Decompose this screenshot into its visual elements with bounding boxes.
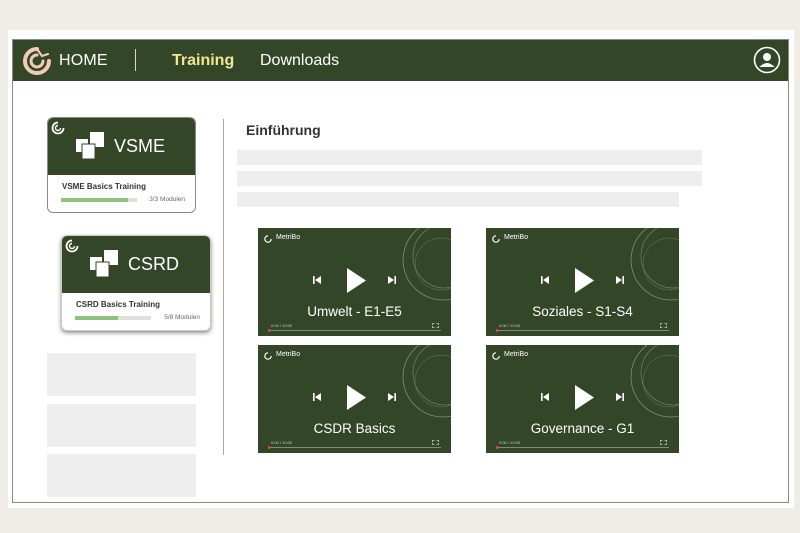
sidebar-placeholder	[47, 353, 196, 396]
app-window: HOME Training Downloads VSME VSME Basics…	[12, 39, 789, 503]
column-divider	[223, 119, 224, 455]
text-placeholder-line	[237, 192, 679, 207]
skip-previous-icon[interactable]	[540, 392, 550, 402]
course-progress-text: 3/3 Modulen	[149, 196, 185, 203]
video-brand: MetriBo	[276, 234, 301, 241]
documents-icon	[90, 250, 118, 278]
course-card-csrd[interactable]: CSRD CSRD Basics Training 5/8 Modulen	[61, 235, 211, 331]
video-seek-bar[interactable]	[268, 447, 441, 448]
fullscreen-icon[interactable]	[660, 323, 667, 328]
video-title: CSDR Basics	[313, 421, 396, 436]
brand-logo-icon	[492, 352, 500, 360]
brand-logo-icon	[65, 239, 79, 253]
play-icon[interactable]	[574, 268, 594, 293]
course-card-header: CSRD	[62, 236, 210, 293]
video-player-4[interactable]: MetriBo Governance - G1 0:00 / 10:00	[486, 345, 679, 453]
course-progress-bar	[61, 198, 137, 202]
video-time: 0:00 / 10:00	[499, 323, 521, 328]
video-seek-handle[interactable]	[496, 446, 498, 449]
video-seek-bar[interactable]	[496, 330, 669, 331]
fullscreen-icon[interactable]	[432, 440, 439, 445]
video-player-2[interactable]: MetriBo Soziales - S1-S4 0:00 / 10:00	[486, 228, 679, 336]
course-card-vsme[interactable]: VSME VSME Basics Training 3/3 Modulen	[47, 117, 196, 213]
sidebar-placeholder	[47, 404, 196, 447]
fullscreen-icon[interactable]	[432, 323, 439, 328]
decorative-rings-icon	[402, 228, 451, 301]
skip-previous-icon[interactable]	[312, 392, 322, 402]
video-brand: MetriBo	[276, 351, 301, 358]
documents-icon	[76, 132, 104, 160]
video-brand: MetriBo	[504, 351, 529, 358]
skip-next-icon[interactable]	[615, 275, 625, 285]
decorative-rings-icon	[630, 345, 679, 418]
decorative-rings-icon	[630, 228, 679, 301]
course-subtitle: CSRD Basics Training	[76, 300, 161, 309]
video-time: 0:00 / 10:00	[499, 440, 521, 445]
video-seek-bar[interactable]	[496, 447, 669, 448]
course-title: VSME	[114, 136, 166, 156]
play-icon[interactable]	[574, 385, 594, 410]
skip-next-icon[interactable]	[615, 392, 625, 402]
nav-home[interactable]: HOME	[59, 52, 108, 70]
course-subtitle: VSME Basics Training	[62, 182, 147, 191]
video-seek-handle[interactable]	[268, 329, 270, 332]
course-title: CSRD	[128, 254, 180, 274]
video-title: Soziales - S1-S4	[532, 304, 633, 319]
video-time: 0:00 / 10:00	[271, 323, 293, 328]
skip-next-icon[interactable]	[387, 275, 397, 285]
user-profile-icon[interactable]	[753, 46, 781, 74]
text-placeholder-line	[237, 171, 702, 186]
play-icon[interactable]	[346, 268, 366, 293]
nav-downloads[interactable]: Downloads	[260, 52, 339, 70]
nav-training[interactable]: Training	[172, 52, 234, 70]
video-player-1[interactable]: MetriBo Umwelt - E1-E5 0:00 / 10:00	[258, 228, 451, 336]
fullscreen-icon[interactable]	[660, 440, 667, 445]
brand-logo-icon	[264, 352, 272, 360]
video-seek-handle[interactable]	[268, 446, 270, 449]
sidebar-placeholder	[47, 454, 196, 497]
course-progress-bar	[75, 316, 151, 320]
video-title: Umwelt - E1-E5	[307, 304, 402, 319]
video-brand: MetriBo	[504, 234, 529, 241]
play-icon[interactable]	[346, 385, 366, 410]
brand-logo-icon	[51, 121, 65, 135]
video-player-3[interactable]: MetriBo CSDR Basics 0:00 / 10:00	[258, 345, 451, 453]
course-card-header: VSME	[48, 118, 195, 175]
nav-divider	[135, 49, 136, 71]
skip-next-icon[interactable]	[387, 392, 397, 402]
video-title: Governance - G1	[530, 421, 635, 436]
brand-logo-icon[interactable]	[22, 46, 52, 76]
section-title: Einführung	[246, 122, 321, 138]
top-nav: HOME Training Downloads	[13, 40, 788, 81]
video-seek-bar[interactable]	[268, 330, 441, 331]
brand-logo-icon	[492, 235, 500, 243]
course-progress-text: 5/8 Modulen	[164, 314, 200, 321]
decorative-rings-icon	[402, 345, 451, 418]
skip-previous-icon[interactable]	[312, 275, 322, 285]
text-placeholder-line	[237, 150, 702, 165]
video-time: 0:00 / 10:00	[271, 440, 293, 445]
skip-previous-icon[interactable]	[540, 275, 550, 285]
video-seek-handle[interactable]	[496, 329, 498, 332]
brand-logo-icon	[264, 235, 272, 243]
